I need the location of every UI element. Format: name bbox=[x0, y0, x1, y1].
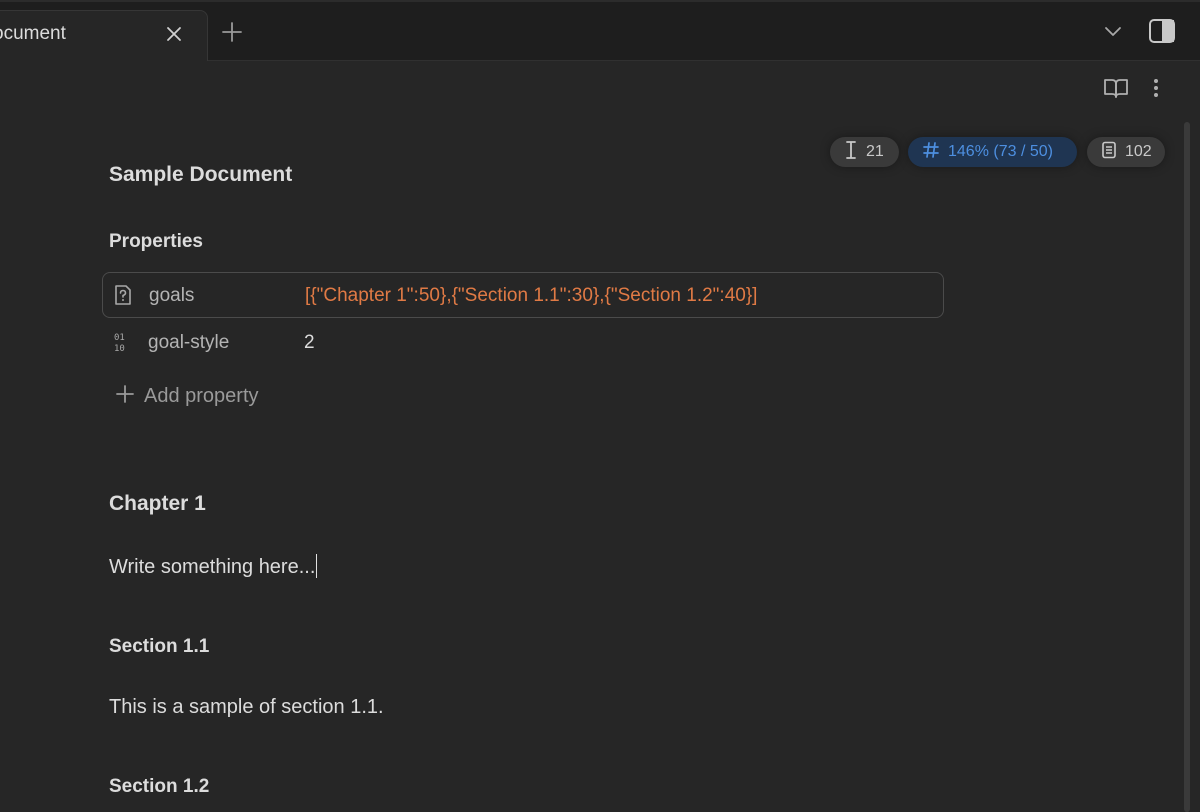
heading-section-1-2[interactable]: Section 1.2 bbox=[109, 776, 209, 798]
text-cursor-icon bbox=[844, 140, 858, 165]
book-open-icon[interactable] bbox=[1102, 76, 1130, 100]
property-value[interactable]: 2 bbox=[304, 332, 315, 354]
goal-progress-badge[interactable]: 146% (73 / 50) bbox=[908, 137, 1077, 167]
document-title[interactable]: Sample Document bbox=[109, 163, 292, 187]
sidebar-toggle-icon[interactable] bbox=[1148, 17, 1176, 45]
properties-heading[interactable]: Properties bbox=[109, 231, 203, 253]
section-1-1-paragraph[interactable]: This is a sample of section 1.1. bbox=[109, 696, 384, 719]
more-options-icon[interactable] bbox=[1146, 76, 1166, 100]
tab-sample-document[interactable]: ocument bbox=[0, 10, 208, 61]
page-count-badge[interactable]: 102 bbox=[1087, 137, 1165, 167]
close-icon[interactable] bbox=[163, 23, 185, 45]
hash-icon bbox=[922, 141, 940, 164]
number-type-icon[interactable]: 01 10 bbox=[110, 330, 134, 354]
tab-bar: ocument bbox=[0, 0, 1200, 61]
page-count-value: 102 bbox=[1125, 143, 1152, 160]
chapter-1-paragraph[interactable]: Write something here... bbox=[109, 554, 318, 579]
chevron-down-icon[interactable] bbox=[1101, 22, 1125, 42]
word-count-badge[interactable]: 21 bbox=[830, 137, 899, 167]
svg-text:10: 10 bbox=[114, 344, 125, 354]
svg-text:01: 01 bbox=[114, 333, 125, 343]
property-value[interactable]: [{"Chapter 1":50},{"Section 1.1":30},{"S… bbox=[305, 285, 757, 307]
heading-chapter-1[interactable]: Chapter 1 bbox=[109, 492, 206, 516]
text-caret bbox=[316, 554, 318, 578]
window-top-border bbox=[0, 0, 1200, 2]
add-property-button[interactable]: Add property bbox=[114, 381, 259, 411]
property-key[interactable]: goals bbox=[149, 285, 194, 307]
property-key[interactable]: goal-style bbox=[148, 332, 229, 354]
heading-section-1-1[interactable]: Section 1.1 bbox=[109, 636, 209, 658]
property-row-goals[interactable]: goals [{"Chapter 1":50},{"Section 1.1":3… bbox=[102, 272, 944, 318]
new-tab-plus-icon[interactable] bbox=[220, 20, 244, 44]
goal-progress-value: 146% (73 / 50) bbox=[948, 143, 1053, 160]
plus-icon bbox=[114, 383, 136, 410]
word-count-value: 21 bbox=[866, 143, 884, 160]
chapter-1-text[interactable]: Write something here... bbox=[109, 556, 315, 578]
tab-title: ocument bbox=[0, 23, 66, 44]
unknown-type-icon[interactable] bbox=[111, 283, 135, 307]
page-icon bbox=[1101, 141, 1117, 164]
property-row-goal-style[interactable]: 01 10 goal-style 2 bbox=[102, 320, 944, 366]
add-property-label: Add property bbox=[144, 384, 259, 407]
scrollbar[interactable] bbox=[1184, 122, 1190, 812]
